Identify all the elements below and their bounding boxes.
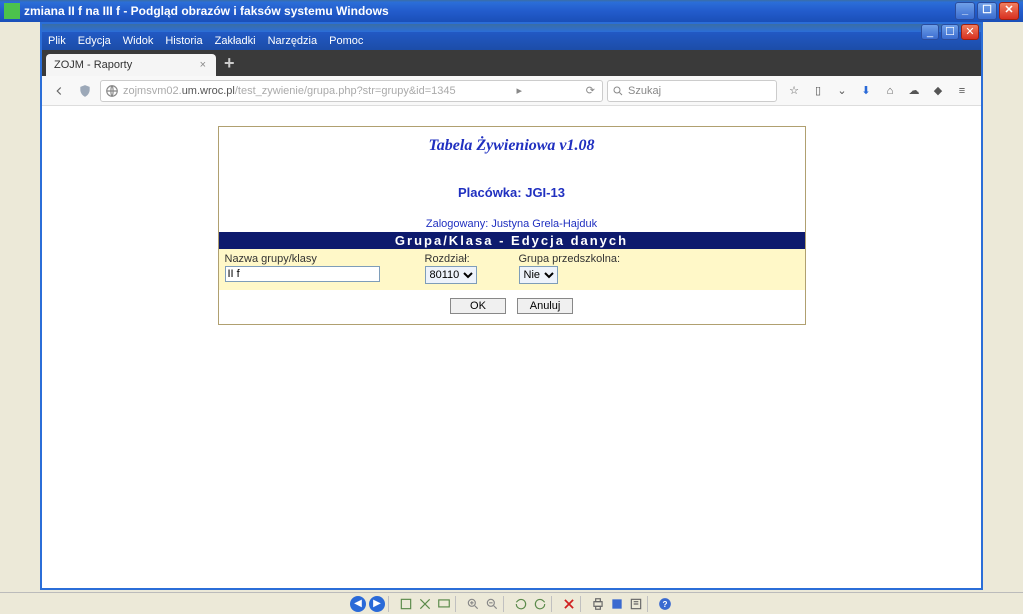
slideshow-icon[interactable] (436, 596, 452, 612)
svg-text:?: ? (663, 599, 668, 608)
tab-close-icon[interactable]: × (198, 59, 208, 71)
inner-maximize-button[interactable]: ☐ (941, 24, 959, 40)
fit-icon[interactable] (398, 596, 414, 612)
menu-historia[interactable]: Historia (165, 35, 202, 47)
edit-icon[interactable] (628, 596, 644, 612)
url-text: zojmsvm02.zojmsvm02.um.wroc.plum.wroc.pl… (123, 85, 456, 97)
place-label: Placówka: JGI-13 (219, 159, 805, 204)
browser-menubar: Plik Edycja Widok Historia Zakładki Narz… (42, 32, 981, 50)
tab-label: ZOJM - Raporty (54, 59, 132, 71)
toolbar-icons: ☆ ▯ ⌄ ⬇ ⌂ ☁ ◆ ≡ (781, 82, 975, 100)
home-icon[interactable]: ⌂ (881, 82, 899, 100)
minimize-button[interactable]: _ (955, 2, 975, 20)
menu-pomoc[interactable]: Pomoc (329, 35, 363, 47)
bell-icon[interactable]: ◆ (929, 82, 947, 100)
reload-button[interactable]: ⟳ (583, 84, 598, 97)
form-panel: Tabela Żywieniowa v1.08 Placówka: JGI-13… (218, 126, 806, 325)
print-icon[interactable] (590, 596, 606, 612)
prev-image-button[interactable]: ◀ (350, 596, 366, 612)
tab-bar: ZOJM - Raporty × + (42, 50, 981, 76)
windows-titlebar: zmiana II f na III f - Podgląd obrazów i… (0, 0, 1023, 22)
delete-icon[interactable] (561, 596, 577, 612)
rotate-ccw-icon[interactable] (513, 596, 529, 612)
globe-icon (105, 84, 119, 98)
group-name-label: Nazwa grupy/klasy (225, 253, 413, 265)
browser-window: _ ☐ ✕ Plik Edycja Widok Historia Zakładk… (40, 22, 983, 590)
zoom-in-icon[interactable] (465, 596, 481, 612)
menu-plik[interactable]: Plik (48, 35, 66, 47)
menu-edycja[interactable]: Edycja (78, 35, 111, 47)
actual-size-icon[interactable] (417, 596, 433, 612)
przedszkolna-select[interactable]: Nie (519, 266, 558, 284)
viewer-toolbar: ◀ ▶ ? (0, 592, 1023, 614)
app-title: Tabela Żywieniowa v1.08 (219, 127, 805, 159)
clipboard-icon[interactable]: ▯ (809, 82, 827, 100)
logged-user: Zalogowany: Justyna Grela-Hajduk (219, 204, 805, 232)
section-header: Grupa/Klasa - Edycja danych (219, 232, 805, 249)
menu-narzedzia[interactable]: Narzędzia (268, 35, 318, 47)
form-row: Nazwa grupy/klasy Rozdział: 80110 Grupa … (219, 249, 805, 290)
back-button[interactable] (48, 80, 70, 102)
inner-minimize-button[interactable]: _ (921, 24, 939, 40)
rotate-cw-icon[interactable] (532, 596, 548, 612)
download-icon[interactable]: ⬇ (857, 82, 875, 100)
inner-close-button[interactable]: ✕ (961, 24, 979, 40)
przedszkolna-label: Grupa przedszkolna: (519, 253, 647, 265)
save-icon[interactable] (609, 596, 625, 612)
rozdzial-select[interactable]: 80110 (425, 266, 477, 284)
stop-reload-button[interactable]: ▸ (513, 84, 525, 97)
app-icon (4, 3, 20, 19)
star-icon[interactable]: ☆ (785, 82, 803, 100)
address-bar[interactable]: zojmsvm02.zojmsvm02.um.wroc.plum.wroc.pl… (100, 80, 603, 102)
maximize-button[interactable]: ☐ (977, 2, 997, 20)
rozdzial-label: Rozdział: (425, 253, 507, 265)
search-placeholder: Szukaj (628, 85, 661, 97)
ok-button[interactable]: OK (450, 298, 506, 314)
nav-toolbar: zojmsvm02.zojmsvm02.um.wroc.plum.wroc.pl… (42, 76, 981, 106)
search-box[interactable]: Szukaj (607, 80, 777, 102)
menu-zakladki[interactable]: Zakładki (215, 35, 256, 47)
help-icon[interactable]: ? (657, 596, 673, 612)
pocket-icon[interactable]: ⌄ (833, 82, 851, 100)
window-title: zmiana II f na III f - Podgląd obrazów i… (24, 4, 955, 18)
zoom-out-icon[interactable] (484, 596, 500, 612)
group-name-input[interactable] (225, 266, 380, 282)
shield-icon[interactable] (74, 80, 96, 102)
browser-tab[interactable]: ZOJM - Raporty × (46, 54, 216, 76)
chat-icon[interactable]: ☁ (905, 82, 923, 100)
cancel-button[interactable]: Anuluj (517, 298, 573, 314)
menu-widok[interactable]: Widok (123, 35, 154, 47)
next-image-button[interactable]: ▶ (369, 596, 385, 612)
new-tab-button[interactable]: + (216, 54, 243, 76)
page-content: Tabela Żywieniowa v1.08 Placówka: JGI-13… (42, 106, 981, 588)
close-button[interactable]: ✕ (999, 2, 1019, 20)
menu-icon[interactable]: ≡ (953, 82, 971, 100)
